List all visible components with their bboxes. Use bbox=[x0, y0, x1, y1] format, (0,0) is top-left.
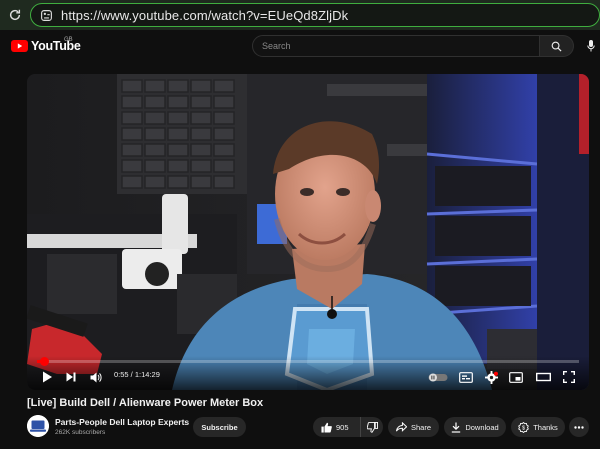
laptop-logo-icon bbox=[27, 415, 49, 437]
theater-mode-button[interactable] bbox=[534, 368, 552, 386]
search-button[interactable] bbox=[540, 35, 574, 57]
share-label: Share bbox=[410, 422, 431, 432]
settings-button[interactable] bbox=[483, 368, 499, 386]
share-button[interactable]: Share bbox=[388, 417, 439, 437]
more-actions-button[interactable] bbox=[569, 417, 589, 437]
video-frame bbox=[27, 74, 589, 390]
miniplayer-button[interactable] bbox=[508, 368, 524, 386]
thanks-label: Thanks bbox=[533, 422, 558, 432]
volume-icon bbox=[90, 372, 102, 382]
subtitles-icon bbox=[459, 371, 473, 383]
video-title: [Live] Build Dell / Alienware Power Mete… bbox=[27, 397, 264, 409]
fullscreen-icon bbox=[563, 371, 575, 383]
reload-button[interactable] bbox=[0, 0, 30, 30]
download-button[interactable]: Download bbox=[444, 417, 506, 437]
thumbs-down-icon bbox=[366, 421, 378, 433]
search-placeholder: Search bbox=[262, 41, 291, 51]
download-label: Download bbox=[465, 422, 499, 432]
progress-bar[interactable] bbox=[37, 357, 579, 366]
microphone-icon bbox=[587, 40, 595, 52]
download-icon bbox=[452, 422, 461, 433]
next-icon bbox=[66, 372, 76, 382]
search-input[interactable]: Search bbox=[252, 35, 540, 57]
more-options-icon bbox=[574, 425, 584, 429]
browser-toolbar: https://www.youtube.com/watch?v=EUeQd8Zl… bbox=[0, 0, 600, 30]
mute-button[interactable] bbox=[88, 368, 104, 386]
like-button[interactable]: 905 bbox=[313, 417, 361, 437]
url-text[interactable]: https://www.youtube.com/watch?v=EUeQd8Zl… bbox=[61, 8, 348, 23]
share-icon bbox=[395, 422, 407, 432]
svg-text:$: $ bbox=[522, 425, 525, 431]
play-icon bbox=[42, 371, 52, 383]
subscribe-button[interactable]: Subscribe bbox=[193, 417, 246, 437]
time-display: 0:55 / 1:14:29 bbox=[114, 370, 160, 379]
progress-scrubber[interactable] bbox=[39, 357, 49, 366]
subscriber-count: 262K subscribers bbox=[55, 429, 106, 436]
search-icon bbox=[551, 41, 562, 52]
address-bar[interactable]: https://www.youtube.com/watch?v=EUeQd8Zl… bbox=[30, 3, 600, 27]
thanks-button[interactable]: $ Thanks bbox=[511, 417, 565, 437]
theater-icon bbox=[535, 372, 551, 382]
site-settings-icon[interactable] bbox=[35, 4, 57, 26]
play-button[interactable] bbox=[39, 368, 55, 386]
channel-avatar[interactable] bbox=[27, 415, 49, 437]
youtube-logo-text: YouTube bbox=[31, 39, 81, 53]
like-dislike-group: 905 bbox=[313, 417, 383, 437]
miniplayer-icon bbox=[509, 371, 523, 383]
subtitles-button[interactable] bbox=[458, 368, 474, 386]
super-thanks-icon: $ bbox=[518, 421, 530, 433]
player-controls: 0:55 / 1:14:29 bbox=[27, 356, 589, 390]
channel-name[interactable]: Parts-People Dell Laptop Experts bbox=[55, 417, 189, 427]
dislike-button[interactable] bbox=[361, 421, 383, 433]
youtube-header: YouTube GB Search bbox=[0, 30, 600, 66]
fullscreen-button[interactable] bbox=[561, 368, 577, 386]
voice-search-button[interactable] bbox=[582, 35, 600, 57]
thumbs-up-icon bbox=[321, 422, 332, 433]
like-count: 905 bbox=[336, 422, 349, 432]
reload-icon bbox=[9, 9, 21, 21]
next-button[interactable] bbox=[64, 368, 78, 386]
country-code: GB bbox=[64, 37, 73, 43]
settings-icon bbox=[484, 370, 498, 384]
video-player[interactable]: 0:55 / 1:14:29 bbox=[27, 74, 589, 390]
youtube-play-logo-icon bbox=[11, 40, 28, 52]
autoplay-toggle[interactable] bbox=[427, 368, 449, 386]
